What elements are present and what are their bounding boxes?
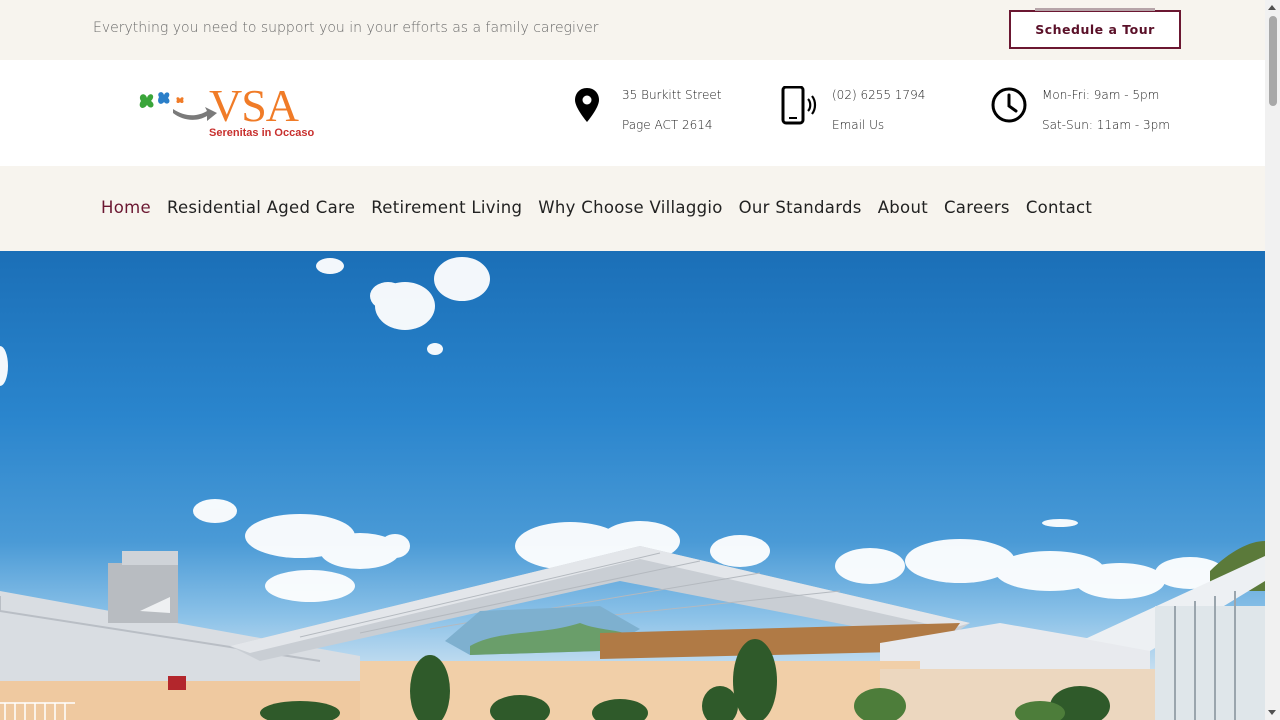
page-scrollbar[interactable]: [1265, 0, 1280, 720]
scroll-up-arrow-icon[interactable]: [1268, 5, 1276, 10]
logo-wordmark: VSA: [209, 80, 299, 131]
scroll-thumb[interactable]: [1269, 16, 1277, 106]
hours-weekday: Mon-Fri: 9am - 5pm: [1042, 88, 1160, 102]
site-logo[interactable]: VSA Serenitas in Occaso: [137, 80, 317, 145]
hours-weekend: Sat-Sun: 11am - 3pm: [1042, 118, 1170, 132]
map-pin-icon: [575, 88, 599, 122]
clock-icon: [991, 87, 1027, 123]
nav-item-residential-aged-care[interactable]: Residential Aged Care: [167, 198, 355, 217]
nav-item-home[interactable]: Home: [101, 198, 151, 217]
clouds: [0, 257, 1225, 602]
nav-item-retirement-living[interactable]: Retirement Living: [371, 198, 522, 217]
nav-item-about[interactable]: About: [878, 198, 928, 217]
hero-building-illustration: [0, 257, 1265, 720]
mobile-phone-icon: [781, 86, 817, 125]
address-line-1: 35 Burkitt Street: [622, 88, 722, 102]
hero-image: [0, 251, 1265, 720]
logo-butterfly-icon: [139, 92, 217, 121]
nav-list: Home Residential Aged Care Retirement Li…: [101, 198, 1092, 217]
logo-tagline: Serenitas in Occaso: [209, 127, 315, 139]
nav-item-why-choose-villaggio[interactable]: Why Choose Villaggio: [538, 198, 722, 217]
phone-number[interactable]: (02) 6255 1794: [832, 88, 925, 102]
schedule-tour-button[interactable]: Schedule a Tour: [1009, 8, 1181, 49]
scroll-down-arrow-icon[interactable]: [1268, 710, 1276, 715]
nav-item-our-standards[interactable]: Our Standards: [739, 198, 862, 217]
main-navigation: Home Residential Aged Care Retirement Li…: [0, 166, 1265, 251]
page: Everything you need to support you in yo…: [0, 0, 1265, 720]
tagline: Everything you need to support you in yo…: [93, 20, 599, 36]
nav-item-contact[interactable]: Contact: [1026, 198, 1092, 217]
address-line-2: Page ACT 2614: [622, 118, 713, 132]
nav-item-careers[interactable]: Careers: [944, 198, 1010, 217]
site-header: VSA Serenitas in Occaso 35 Burkitt Stree…: [0, 60, 1265, 166]
top-bar: Everything you need to support you in yo…: [0, 0, 1265, 60]
email-link[interactable]: Email Us: [832, 118, 884, 132]
